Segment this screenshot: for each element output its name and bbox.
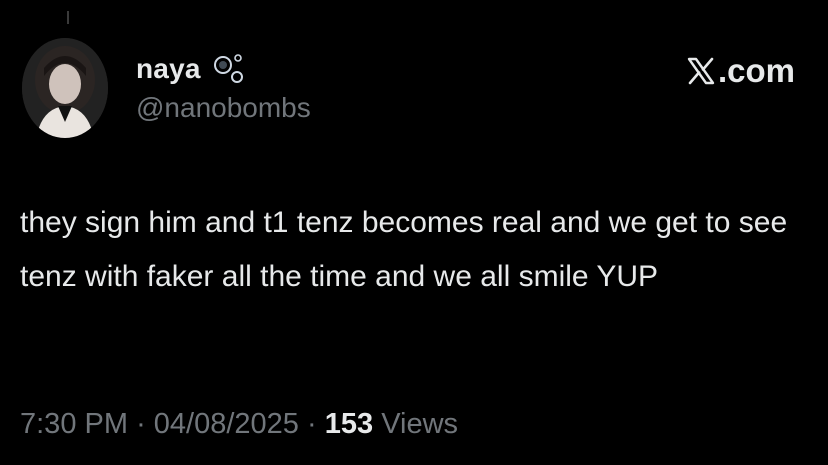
tweet-date[interactable]: 04/08/2025 xyxy=(154,408,299,440)
avatar[interactable] xyxy=(22,38,108,138)
meta-separator: · xyxy=(307,408,317,440)
meta-separator: · xyxy=(136,408,146,440)
views-label: Views xyxy=(381,408,459,440)
profile-photo-icon xyxy=(22,38,108,138)
brand-watermark: .com xyxy=(686,52,795,90)
x-logo-icon xyxy=(687,57,715,85)
thread-connector-line xyxy=(67,11,69,24)
brand-text: .com xyxy=(717,52,795,89)
display-name[interactable]: naya xyxy=(136,53,201,85)
views-count: 153 xyxy=(324,408,374,440)
tweet-time[interactable]: 7:30 PM xyxy=(20,408,128,440)
bubbles-icon xyxy=(211,51,247,87)
author-handle[interactable]: @nanobombs xyxy=(136,92,311,124)
tweet-meta: 7:30 PM · 04/08/2025 · 153 Views xyxy=(20,408,458,441)
author-name-row: naya xyxy=(136,52,247,86)
tweet-text: they sign him and t1 tenz becomes real a… xyxy=(20,206,788,293)
